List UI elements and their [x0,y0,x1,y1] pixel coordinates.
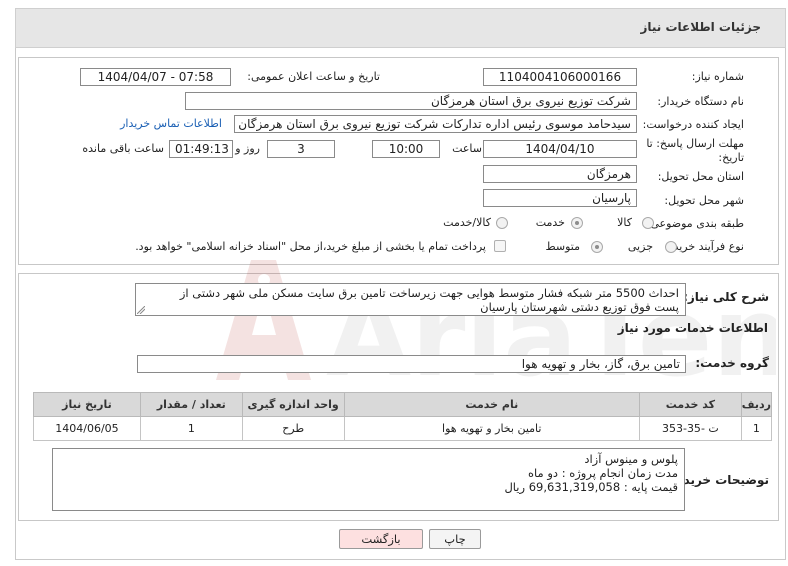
description-textarea: احداث 5500 متر شبکه فشار متوسط هوایی جهت… [135,283,686,316]
province-field: هرمزگان [483,165,637,183]
col-header-service-name: نام خدمت [343,392,640,417]
cell-unit: طرح [241,416,345,441]
category-goods-radio[interactable] [642,217,654,229]
print-button[interactable]: چاپ [429,529,481,549]
process-label: نوع فرآیند خرید : [666,240,744,253]
need-number-label: شماره نیاز: [691,70,744,83]
treasury-payment-text: پرداخت تمام یا بخشی از مبلغ خرید،از محل … [135,240,486,253]
cell-service-name: تامین بخار و تهویه هوا [343,416,640,441]
remaining-time-field: 01:49:13 [169,140,233,158]
province-label: استان محل تحویل: [657,170,744,183]
col-header-service-code: کد خدمت [638,392,742,417]
cell-quantity: 1 [139,416,243,441]
requester-field: سیدحامد موسوی رئیس اداره تدارکات شرکت تو… [234,115,637,133]
buyer-notes-textarea: پلوس و مینوس آزاد مدت زمان انجام پروژه :… [52,448,685,511]
col-header-unit: واحد اندازه گیری [241,392,345,417]
table-header-row: ردیف کد خدمت نام خدمت واحد اندازه گیری ت… [33,392,773,417]
col-header-quantity: تعداد / مقدار [139,392,243,417]
process-medium-label: متوسط [545,240,580,253]
col-header-row-number: ردیف [740,392,773,417]
category-service-label: خدمت [535,216,565,229]
buyer-contact-link[interactable]: اطلاعات تماس خریدار [120,117,222,130]
resize-handle-icon[interactable] [137,306,145,314]
buyer-notes-line2: مدت زمان انجام پروژه : دو ماه [528,466,678,480]
buyer-org-label: نام دستگاه خریدار: [657,95,744,108]
description-line1: احداث 5500 متر شبکه فشار متوسط هوایی جهت… [179,286,679,300]
buyer-org-field: شرکت توزیع نیروی برق استان هرمزگان [185,92,637,110]
days-label: روز و [235,142,260,155]
deadline-time-label: ساعت [452,142,482,155]
announce-field: 1404/04/07 - 07:58 [80,68,231,86]
deadline-label-line1: مهلت ارسال پاسخ: تا [646,137,744,150]
description-label: شرح کلی نیاز: [683,290,769,304]
service-group-field: تامین برق، گاز، بخار و تهویه هوا [137,355,686,373]
process-medium-radio[interactable] [591,241,603,253]
back-button[interactable]: بازگشت [339,529,423,549]
city-label: شهر محل تحویل: [664,194,744,207]
category-label: طبقه بندی موضوعی: [646,217,744,230]
deadline-time-field: 10:00 [372,140,440,158]
treasury-payment-checkbox[interactable] [494,240,506,252]
process-minor-radio[interactable] [665,241,677,253]
category-goods-label: کالا [617,216,632,229]
category-goods-service-radio[interactable] [496,217,508,229]
services-section-title: اطلاعات خدمات مورد نیاز [617,321,768,335]
cell-row-number: 1 [740,416,773,441]
buyer-notes-line1: پلوس و مینوس آزاد [584,452,678,466]
announce-label: تاریخ و ساعت اعلان عمومی: [247,70,380,83]
need-number-field: 1104004106000166 [483,68,637,86]
cell-need-date: 1404/06/05 [33,416,141,441]
page-header: جزئیات اطلاعات نیاز [15,8,786,48]
remaining-time-label: ساعت باقی مانده [82,142,164,155]
service-group-label: گروه خدمت: [695,356,769,370]
services-table: ردیف کد خدمت نام خدمت واحد اندازه گیری ت… [33,392,773,441]
category-goods-service-label: کالا/خدمت [443,216,491,229]
description-line2: پست فوق توزیع دشتی شهرستان پارسیان [480,300,679,314]
city-field: پارسیان [483,189,637,207]
deadline-date-field: 1404/04/10 [483,140,637,158]
requester-label: ایجاد کننده درخواست: [642,118,744,131]
category-service-radio[interactable] [571,217,583,229]
process-minor-label: جزیی [627,240,653,253]
days-remaining-field: 3 [267,140,335,158]
page-title: جزئیات اطلاعات نیاز [640,20,761,34]
deadline-label-line2: تاریخ: [718,151,744,164]
table-row: 1 ت -35-353 تامین بخار و تهویه هوا طرح 1… [33,416,773,441]
cell-service-code: ت -35-353 [638,416,742,441]
need-info-box [18,57,779,265]
buyer-notes-line3: قیمت پایه : 69,631,319,058 ریال [504,480,678,494]
col-header-need-date: تاریخ نیاز [33,392,141,417]
